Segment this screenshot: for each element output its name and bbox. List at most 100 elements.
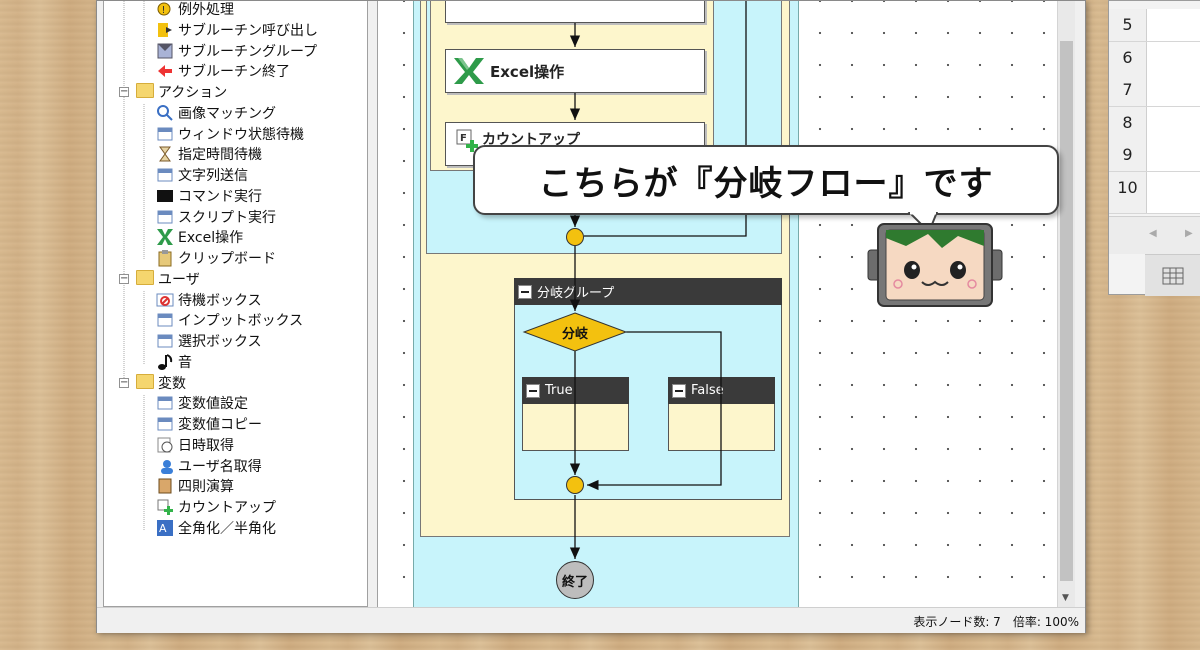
tree-item-16[interactable]: インプットボックス [156, 310, 303, 330]
tree-item-label: 日時取得 [178, 438, 234, 454]
scroll-down-arrow-icon[interactable]: ▼ [1062, 593, 1069, 603]
excel-row[interactable]: 11 [1109, 204, 1200, 214]
excel-cell[interactable] [1147, 9, 1200, 41]
excel-row-number[interactable]: 7 [1109, 74, 1147, 106]
scroll-left-arrow-icon[interactable]: ◀ [1149, 228, 1157, 239]
tree-item-label: Excel操作 [178, 230, 244, 246]
window-wait-icon [156, 125, 174, 143]
excel-cell[interactable] [1147, 139, 1200, 171]
tree-item-label: 文字列送信 [178, 168, 248, 184]
tree-item-11[interactable]: スクリプト実行 [156, 207, 276, 227]
svg-text:A: A [159, 522, 167, 535]
tree-item-26[interactable]: A 全角化／半角化 [156, 518, 276, 538]
excel-row[interactable]: 7 [1109, 74, 1200, 107]
wait-box-icon [156, 291, 174, 309]
excel-scroll-area[interactable]: ◀ ▶ [1109, 216, 1200, 254]
tree-item-7[interactable]: ウィンドウ状態待機 [156, 124, 304, 144]
tree-item-label: スクリプト実行 [178, 210, 276, 226]
excel-row[interactable]: 10 [1109, 171, 1200, 205]
excel-cell[interactable] [1147, 204, 1200, 213]
tree-item-8[interactable]: 指定時間待機 [156, 144, 262, 164]
excel-row-number[interactable]: 11 [1109, 204, 1147, 213]
tree-item-label: カウントアップ [178, 500, 276, 516]
tree-item-14[interactable]: ユーザ [136, 269, 200, 289]
tree-item-5[interactable]: アクション [136, 82, 227, 102]
tree-item-label: コマンド実行 [178, 189, 262, 205]
tree-item-3[interactable]: サブルーチングループ [156, 41, 317, 61]
tree-item-label: サブルーチン呼び出し [178, 23, 318, 39]
tree-item-1[interactable]: ! 例外処理 [156, 1, 234, 19]
folder-icon [136, 83, 154, 101]
script-icon [156, 208, 174, 226]
excel-cell[interactable] [1147, 106, 1200, 139]
tree-item-6[interactable]: 画像マッチング [156, 103, 276, 123]
collapse-expander-icon[interactable]: − [119, 274, 129, 284]
calculator-icon [156, 477, 174, 495]
status-bar: 表示ノード数: 7 倍率: 100% [97, 607, 1085, 633]
branch-merge-point[interactable] [566, 476, 584, 494]
branch-decision-label[interactable]: 分岐 [548, 323, 602, 342]
tree-item-23[interactable]: ユーザ名取得 [156, 456, 262, 476]
folder-icon [136, 374, 154, 392]
tree-item-label: サブルーチン終了 [178, 64, 290, 80]
canvas-vertical-scrollbar[interactable]: ▼ [1057, 1, 1075, 607]
collapse-expander-icon[interactable]: − [119, 87, 129, 97]
excel-cell[interactable] [1147, 41, 1200, 74]
tree-item-15[interactable]: 待機ボックス [156, 290, 262, 310]
loop-merge-point[interactable] [566, 228, 584, 246]
hourglass-icon [156, 145, 174, 163]
node-tree-panel: ! 例外処理サブルーチン呼び出し サブルーチングループ サブルーチン終了アクション − 画… [103, 1, 368, 607]
image-matching-icon [156, 104, 174, 122]
send-text-icon [156, 166, 174, 184]
excel-cell[interactable] [1147, 171, 1200, 204]
excel-row[interactable]: 5 [1109, 9, 1200, 42]
end-node-label: 終了 [561, 574, 588, 590]
excel-icon [156, 228, 174, 246]
clock-icon [156, 436, 174, 454]
tree-item-label: 画像マッチング [178, 106, 276, 122]
variable-set-icon [156, 394, 174, 412]
tree-item-21[interactable]: 変数値コピー [156, 414, 262, 434]
normal-view-button[interactable] [1145, 254, 1200, 296]
tree-item-label: サブルーチングループ [178, 44, 318, 60]
excel-row[interactable]: 8 [1109, 106, 1200, 140]
excel-row-number[interactable]: 10 [1109, 171, 1147, 204]
width-convert-icon: A [156, 519, 174, 537]
tree-item-label: ウィンドウ状態待機 [178, 127, 304, 143]
variable-copy-icon [156, 415, 174, 433]
tree-item-label: ユーザ [158, 272, 200, 288]
tree-item-label: 例外処理 [178, 2, 234, 18]
collapse-expander-icon[interactable]: − [119, 378, 129, 388]
tree-item-18[interactable]: 音 [156, 352, 192, 372]
excel-window: 567891011 ◀ ▶ [1108, 0, 1200, 296]
tree-item-10[interactable]: コマンド実行 [156, 186, 262, 206]
excel-row-number[interactable]: 5 [1109, 9, 1147, 41]
command-icon [156, 187, 174, 205]
tree-item-4[interactable]: サブルーチン終了 [156, 61, 290, 81]
tree-item-label: アクション [158, 85, 228, 101]
tree-item-12[interactable]: Excel操作 [156, 227, 243, 247]
scroll-right-arrow-icon[interactable]: ▶ [1185, 228, 1193, 239]
tree-item-label: 四則演算 [178, 479, 234, 495]
excel-cell[interactable] [1147, 74, 1200, 106]
end-node[interactable]: 終了 [556, 561, 594, 599]
tree-item-13[interactable]: クリップボード [156, 248, 276, 268]
tree-item-2[interactable]: サブルーチン呼び出し [156, 20, 318, 40]
tree-item-17[interactable]: 選択ボックス [156, 331, 262, 351]
excel-row[interactable]: 6 [1109, 41, 1200, 75]
tree-item-19[interactable]: 変数 [136, 373, 186, 393]
excel-row-number[interactable]: 6 [1109, 41, 1147, 74]
grid-view-icon [1162, 267, 1184, 284]
tree-item-24[interactable]: 四則演算 [156, 476, 234, 496]
tree-item-9[interactable]: 文字列送信 [156, 165, 248, 185]
excel-row[interactable]: 9 [1109, 139, 1200, 172]
excel-row-number[interactable]: 9 [1109, 139, 1147, 171]
tree-item-label: 変数値コピー [178, 417, 262, 433]
tree-item-20[interactable]: 変数値設定 [156, 393, 248, 413]
music-note-icon [156, 353, 174, 371]
scrollbar-thumb[interactable] [1060, 41, 1073, 581]
tree-item-label: ユーザ名取得 [178, 459, 262, 475]
tree-item-22[interactable]: 日時取得 [156, 435, 234, 455]
excel-row-number[interactable]: 8 [1109, 106, 1147, 139]
tree-item-25[interactable]: カウントアップ [156, 497, 276, 517]
